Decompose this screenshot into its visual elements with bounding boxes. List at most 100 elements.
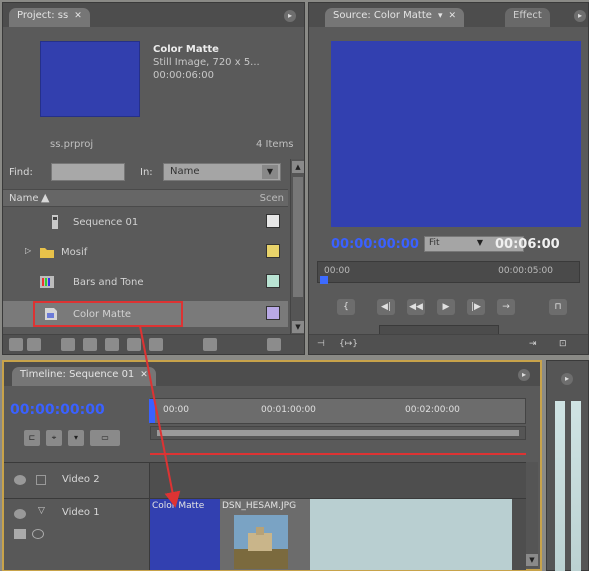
automate-to-sequence-icon[interactable] <box>61 338 75 351</box>
overlay-icon[interactable]: ⇥ <box>529 339 537 351</box>
dropdown-icon[interactable]: ▾ <box>438 11 443 21</box>
scroll-thumb[interactable] <box>293 177 303 297</box>
panel-menu-icon[interactable]: ▸ <box>561 373 573 385</box>
add-marker-icon[interactable]: ▾ <box>68 430 84 446</box>
audio-meter-left <box>555 401 565 571</box>
marker-icon[interactable]: ⌖ <box>46 430 62 446</box>
label-color-swatch <box>266 306 280 320</box>
clip-duration: 00:00:06:00 <box>153 70 215 81</box>
duration-timecode: 00:06:00 <box>495 237 560 252</box>
sort-ascending-icon[interactable]: ▲ <box>41 191 49 204</box>
track-name: Video 2 <box>62 474 100 485</box>
in-select-value: Name <box>170 166 200 177</box>
clip-label: DSN_HESAM.JPG <box>222 501 297 511</box>
set-in-icon[interactable]: { <box>337 299 355 315</box>
timeline-tools: ⊏ ⌖ ▾ ▭ <box>24 430 144 448</box>
icon-view-icon[interactable] <box>27 338 41 351</box>
selection-highlight-box <box>33 301 183 327</box>
find-input[interactable] <box>51 163 125 181</box>
export-frame-icon[interactable]: ⊡ <box>559 339 567 351</box>
clip-preview-thumbnail <box>40 41 140 117</box>
tab-timeline-label: Timeline: Sequence 01 <box>20 369 135 380</box>
empty-track-area[interactable] <box>310 499 512 570</box>
sequence-icon <box>52 215 58 229</box>
work-area-indicator <box>150 453 526 455</box>
chevron-down-icon[interactable]: ▼ <box>262 165 278 179</box>
column-scene[interactable]: Scen <box>260 193 284 204</box>
video-track-1: ▽ Video 1 Color Matte DSN_HESAM.JPG <box>4 498 526 570</box>
find-icon[interactable] <box>83 338 97 351</box>
timeline-scrollbar[interactable]: ▼ <box>526 462 538 568</box>
tab-project[interactable]: Project: ss ✕ <box>9 8 90 27</box>
timecode-row: 00:00:00:00 Fit ▼ 00:06:00 <box>309 233 588 255</box>
step-forward-icon[interactable]: |▶ <box>467 299 485 315</box>
panel-menu-icon[interactable]: ▸ <box>518 369 530 381</box>
clip-photo[interactable]: DSN_HESAM.JPG <box>220 499 310 570</box>
close-icon[interactable]: ✕ <box>448 11 456 21</box>
timeline-timecode[interactable]: 00:00:00:00 <box>10 402 105 418</box>
scroll-right-icon[interactable] <box>267 338 281 351</box>
display-style-icon[interactable] <box>32 529 44 539</box>
step-back-icon[interactable]: ◀| <box>377 299 395 315</box>
list-item-label: Bars and Tone <box>73 277 144 288</box>
tab-source[interactable]: Source: Color Matte ▾ ✕ <box>325 8 465 27</box>
close-icon[interactable]: ✕ <box>140 370 148 380</box>
clip-color-matte[interactable]: Color Matte <box>150 499 220 570</box>
playhead-icon[interactable] <box>320 276 328 284</box>
list-item[interactable]: Sequence 01 <box>3 209 288 235</box>
timeline-zoom-bar[interactable] <box>150 426 526 440</box>
timeline-playhead-icon[interactable] <box>149 399 155 423</box>
source-time-ruler[interactable]: 00:00 00:00:05:00 <box>317 261 580 284</box>
current-timecode[interactable]: 00:00:00:00 <box>331 237 419 252</box>
find-label: Find: <box>9 167 33 178</box>
tab-project-label: Project: ss <box>17 10 69 21</box>
keyframe-toggle-icon[interactable] <box>14 529 26 539</box>
clip-label: Color Matte <box>152 501 205 511</box>
close-icon[interactable]: ✕ <box>74 11 82 21</box>
expand-arrow-icon[interactable]: ▷ <box>25 246 31 255</box>
label-color-swatch <box>266 214 280 228</box>
insert-icon[interactable]: ⊓ <box>549 299 567 315</box>
clip-info: Color Matte Still Image, 720 x 5... 00:0… <box>153 43 260 82</box>
track-header: ▽ Video 1 <box>4 499 150 570</box>
mark-in-icon[interactable]: ⊣ <box>317 339 325 351</box>
snap-icon[interactable]: ⊏ <box>24 430 40 446</box>
list-view-icon[interactable] <box>9 338 23 351</box>
column-name[interactable]: Name <box>9 193 39 204</box>
eye-icon[interactable] <box>14 509 26 519</box>
label-color-swatch <box>266 244 280 258</box>
project-toolbar <box>3 334 304 354</box>
new-item-icon[interactable] <box>127 338 141 351</box>
sequence-marker-icon[interactable]: ▭ <box>90 430 120 446</box>
scroll-up-icon[interactable]: ▲ <box>292 161 304 173</box>
collapse-track-icon[interactable]: ▽ <box>38 506 45 516</box>
track-name: Video 1 <box>62 507 100 518</box>
chevron-down-icon[interactable]: ▼ <box>477 238 483 247</box>
scroll-down-icon[interactable]: ▼ <box>526 554 538 566</box>
clear-icon[interactable] <box>149 338 163 351</box>
timeline-panel: Timeline: Sequence 01 ✕ ▸ 00:00:00:00 00:… <box>2 360 542 571</box>
panel-menu-icon[interactable]: ▸ <box>284 10 296 22</box>
zoom-select-value: Fit <box>429 238 440 248</box>
play-icon[interactable]: ▶ <box>437 299 455 315</box>
list-item[interactable]: Bars and Tone <box>3 269 288 295</box>
mark-out-icon[interactable]: {↦} <box>339 339 358 351</box>
rewind-icon[interactable]: ◀◀ <box>407 299 425 315</box>
in-select[interactable]: Name ▼ <box>163 163 281 181</box>
project-tab-bar: Project: ss ✕ ▸ <box>3 3 304 27</box>
lock-icon[interactable] <box>36 475 46 485</box>
photo-thumbnail-icon <box>234 515 288 569</box>
scroll-left-icon[interactable] <box>203 338 217 351</box>
go-to-out-icon[interactable]: → <box>497 299 515 315</box>
find-row: Find: In: Name ▼ <box>3 159 288 185</box>
list-item[interactable]: ▷ Mosif <box>3 239 288 265</box>
zoom-bar-thumb[interactable] <box>157 430 519 436</box>
tab-effects[interactable]: Effect <box>505 8 550 27</box>
new-bin-icon[interactable] <box>105 338 119 351</box>
scroll-down-icon[interactable]: ▼ <box>292 321 304 333</box>
timeline-ruler[interactable]: 00:00 00:01:00:00 00:02:00:00 <box>149 398 526 424</box>
project-scrollbar[interactable]: ▲ ▼ <box>290 159 304 335</box>
tab-timeline[interactable]: Timeline: Sequence 01 ✕ <box>12 367 156 386</box>
eye-icon[interactable] <box>14 475 26 485</box>
panel-menu-icon[interactable]: ▸ <box>574 10 586 22</box>
